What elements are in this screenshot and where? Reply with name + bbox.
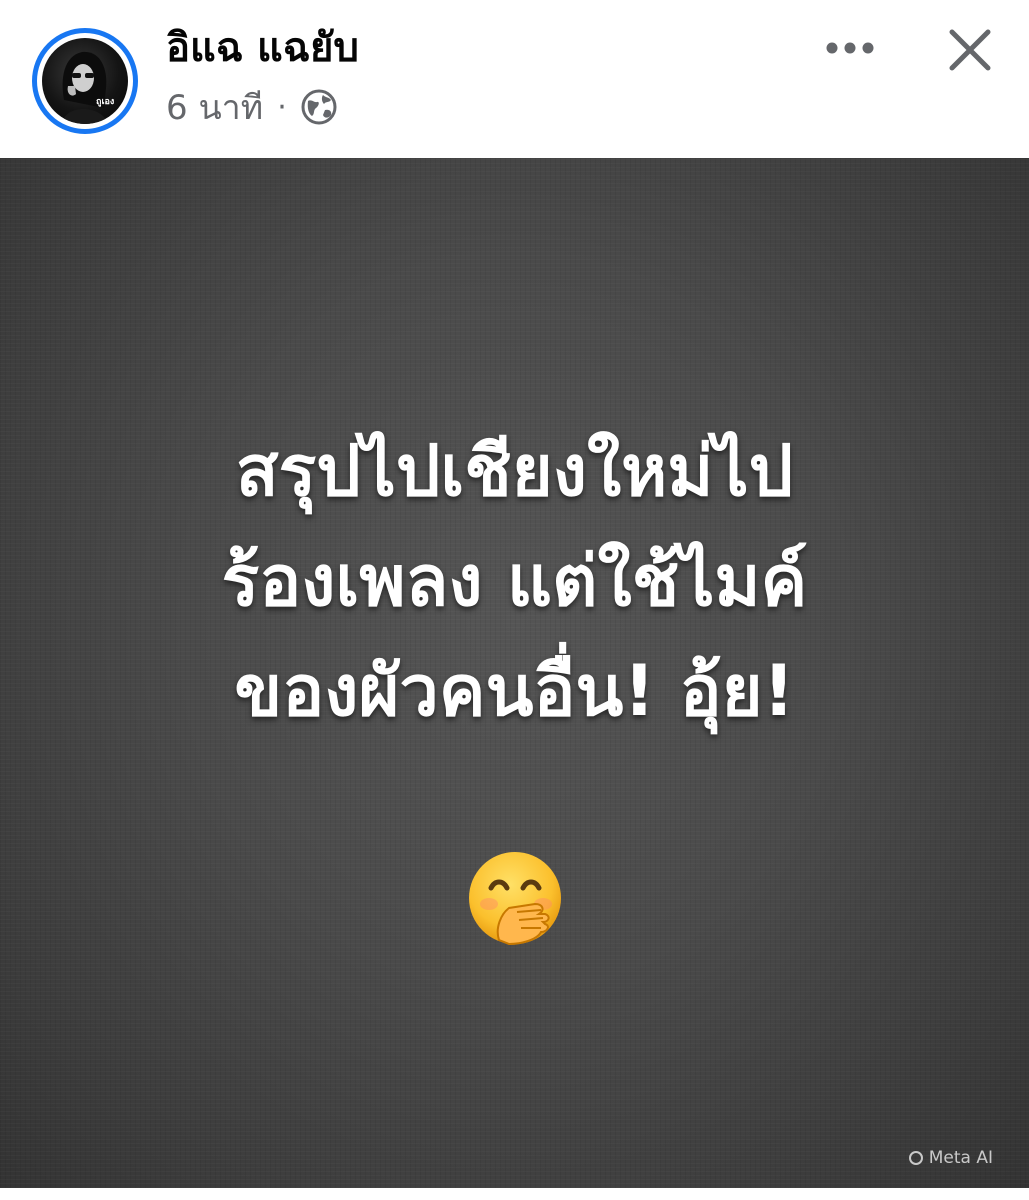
image-text-line-1: สรุปไปเชียงใหม่ไป	[235, 430, 794, 512]
avatar-portrait-icon: ถูเอง	[62, 51, 114, 124]
post-image[interactable]: สรุปไปเชียงใหม่ไป ร้องเพลง แต่ใช้ไมค์ ขอ…	[0, 158, 1029, 1188]
meta-ai-watermark: Meta AI	[908, 1148, 993, 1168]
post-meta: 6 นาที ·	[166, 84, 339, 130]
post-image-text: สรุปไปเชียงใหม่ไป ร้องเพลง แต่ใช้ไมค์ ขอ…	[0, 416, 1029, 746]
image-text-line-2: ร้องเพลง แต่ใช้ไมค์	[221, 540, 808, 622]
close-button[interactable]	[938, 18, 1002, 82]
meta-separator: ·	[277, 89, 287, 125]
watermark-label: Meta AI	[928, 1148, 993, 1168]
post-header: ถูเอง อิแฉ แฉยับ 6 นาที ·	[0, 0, 1029, 158]
close-icon	[949, 29, 991, 71]
avatar-image: ถูเอง	[42, 38, 128, 124]
meta-ai-icon	[908, 1151, 923, 1165]
post-timestamp[interactable]: 6 นาที	[166, 80, 263, 134]
hand-over-mouth-emoji	[465, 848, 565, 948]
image-text-line-3: ของผัวคนอื่น! อุ้ย!	[234, 650, 795, 732]
more-options-button[interactable]	[820, 24, 880, 72]
author-name[interactable]: อิแฉ แฉยับ	[166, 22, 359, 74]
bottom-divider	[0, 1188, 1029, 1200]
author-avatar[interactable]: ถูเอง	[32, 28, 138, 134]
svg-text:ถูเอง: ถูเอง	[96, 97, 114, 107]
more-horizontal-icon	[826, 42, 874, 54]
globe-icon[interactable]	[299, 87, 339, 127]
post-view: ถูเอง อิแฉ แฉยับ 6 นาที · สรุปไปเชียงใหม…	[0, 0, 1029, 1200]
